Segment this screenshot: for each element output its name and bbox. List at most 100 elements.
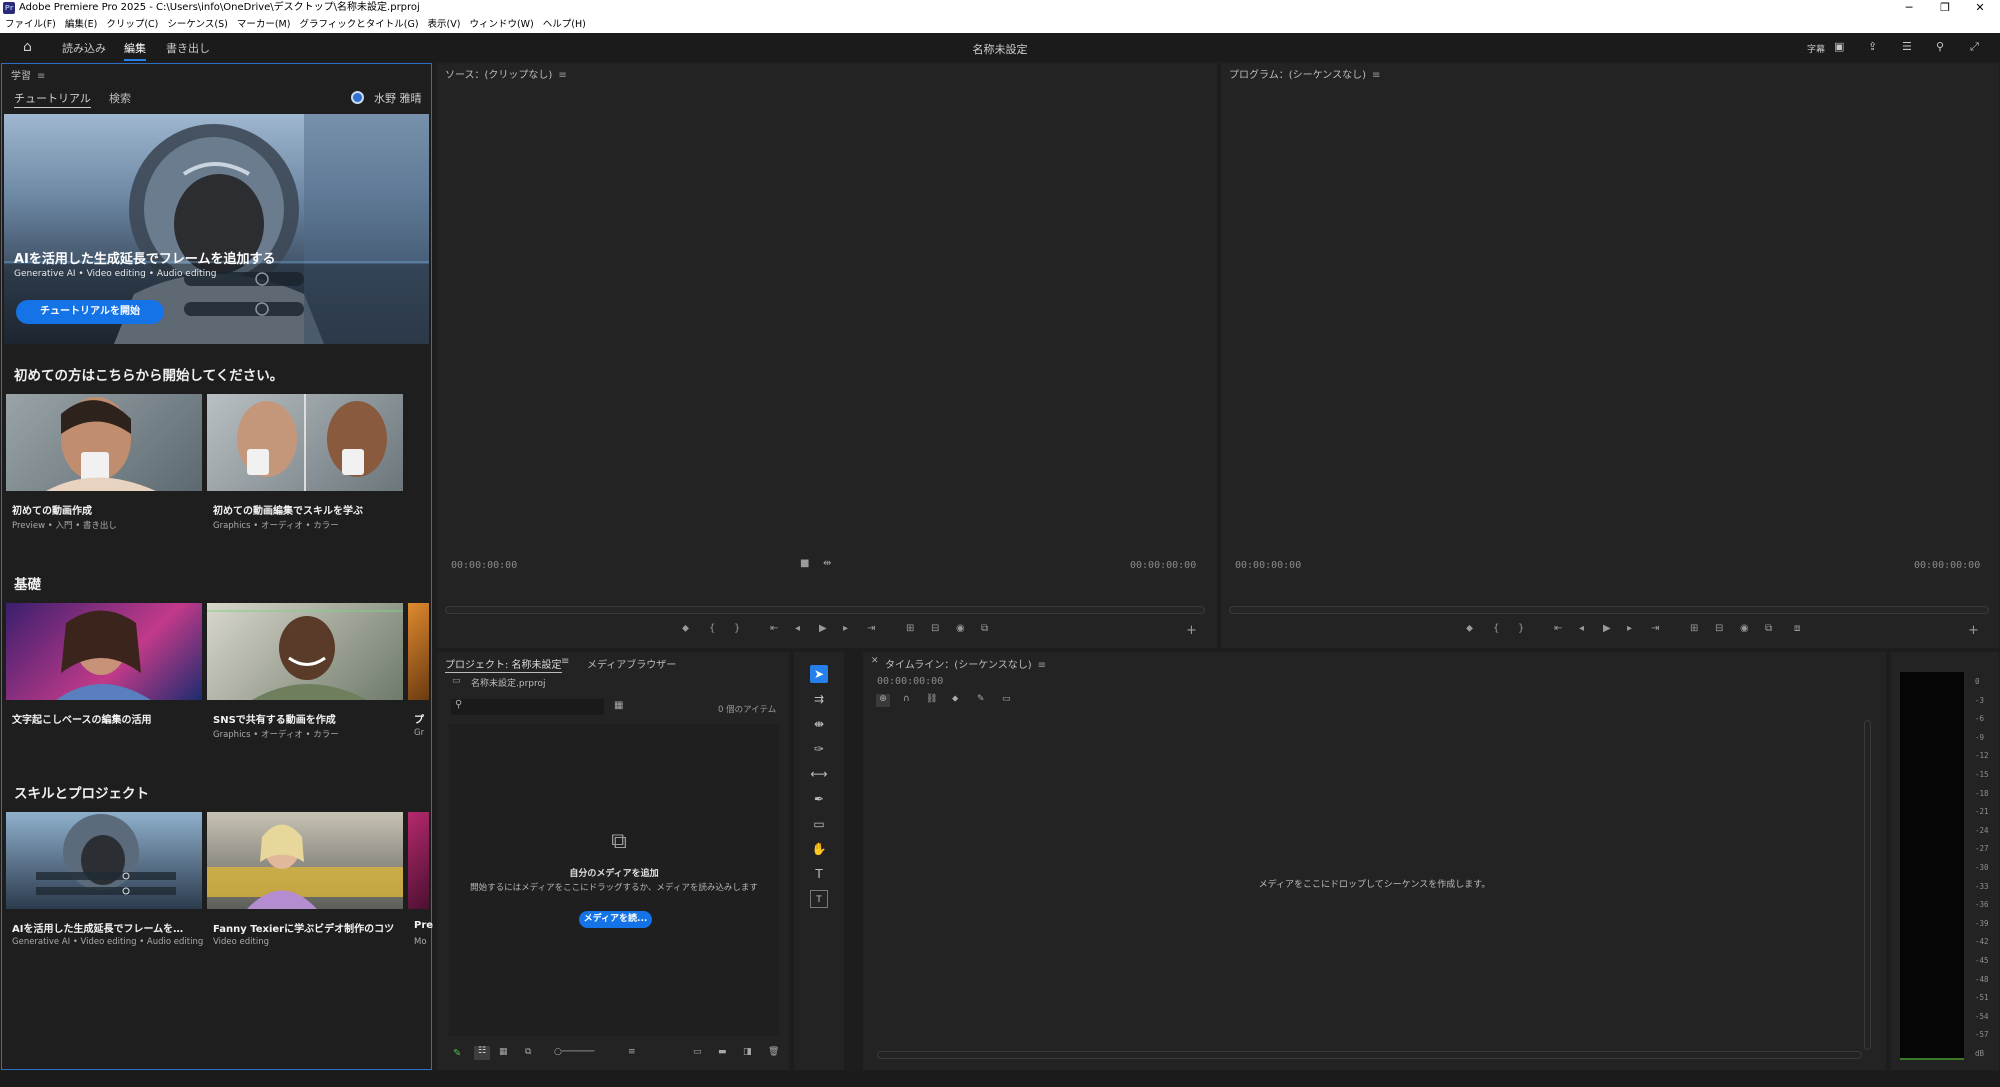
card-title[interactable]: SNSで共有する動画を作成	[213, 711, 336, 726]
card-title[interactable]: AIを活用した生成延長でフレームを…	[12, 920, 183, 935]
captions-icon[interactable]: 字幕	[1807, 42, 1825, 55]
panel-menu-icon[interactable]: ≡	[37, 71, 45, 82]
card-thumbnail-first-edit[interactable]	[207, 394, 403, 491]
menu-graphics[interactable]: グラフィックとタイトル(G)	[299, 16, 418, 33]
start-tutorial-button[interactable]: チュートリアルを開始	[16, 300, 164, 324]
captions-icon[interactable]: ▭	[1002, 694, 1011, 704]
card-thumbnail-sns[interactable]	[207, 603, 403, 700]
program-scrubber[interactable]	[1229, 606, 1989, 614]
sort-icon[interactable]: ≡	[628, 1047, 636, 1057]
trash-icon[interactable]: 🗑	[768, 1047, 779, 1057]
settings-wrench-icon[interactable]: ⇹	[823, 558, 831, 569]
go-to-out-icon[interactable]: ⇥	[867, 623, 875, 634]
slip-icon[interactable]: ⟷	[810, 765, 828, 783]
step-back-icon[interactable]: ◂	[795, 623, 800, 634]
panel-layout-icon[interactable]: ▣	[1834, 40, 1844, 53]
avatar[interactable]	[351, 91, 364, 104]
add-marker-icon[interactable]: ⬥	[682, 623, 689, 634]
add-marker-icon[interactable]: ⬥	[1466, 623, 1473, 634]
card-thumbnail-generative-extend[interactable]	[6, 812, 202, 909]
card-title[interactable]: プ	[414, 711, 424, 726]
card-thumbnail-partial[interactable]	[408, 603, 429, 700]
tab-tutorials[interactable]: チュートリアル	[14, 90, 91, 108]
project-bin-area[interactable]: ⧉ 自分のメディアを追加 開始するにはメディアをここにドラッグするか、メディアを…	[449, 724, 779, 1036]
ripple-edit-icon[interactable]: ⇼	[810, 715, 828, 733]
close-icon[interactable]: ✕	[1963, 0, 1997, 16]
mark-out-icon[interactable]: }	[1518, 623, 1524, 634]
button-editor-icon[interactable]: ⧈	[1794, 623, 1800, 634]
menu-file[interactable]: ファイル(F)	[5, 16, 56, 33]
menu-edit[interactable]: 編集(E)	[65, 16, 97, 33]
workspaces-icon[interactable]: ☰	[1902, 40, 1912, 53]
menu-clip[interactable]: クリップ(C)	[106, 16, 158, 33]
play-icon[interactable]: ▶	[1603, 623, 1611, 634]
insert-icon[interactable]: ⊞	[906, 623, 914, 634]
hand-icon[interactable]: ✋	[810, 840, 828, 858]
icon-view-icon[interactable]: ▦	[499, 1047, 508, 1057]
new-bin-icon[interactable]: ▬	[718, 1047, 727, 1057]
new-item-icon[interactable]: ◨	[743, 1047, 752, 1057]
mark-out-icon[interactable]: }	[734, 623, 740, 634]
pen-icon[interactable]: ✒	[810, 790, 828, 808]
go-to-in-icon[interactable]: ⇤	[1554, 623, 1562, 634]
list-view-icon[interactable]: ☷	[474, 1046, 490, 1060]
timeline-timecode[interactable]: 00:00:00:00	[877, 676, 943, 687]
project-search-input[interactable]: ⚲	[451, 699, 604, 715]
export-frame-icon[interactable]: ◉	[1740, 623, 1749, 634]
fullscreen-icon[interactable]: ⤢	[1970, 40, 1979, 54]
minimize-icon[interactable]: ─	[1892, 0, 1926, 16]
snap-icon[interactable]: ∩	[903, 694, 910, 704]
panel-menu-icon[interactable]: ≡	[558, 70, 566, 81]
program-timecode-current[interactable]: 00:00:00:00	[1235, 560, 1301, 571]
panel-menu-icon[interactable]: ≡	[1372, 70, 1380, 81]
search-icon[interactable]: ⚲	[1936, 40, 1944, 53]
card-title[interactable]: Pre	[414, 920, 433, 931]
automate-to-sequence-icon[interactable]: ▭	[693, 1047, 702, 1057]
card-title[interactable]: 初めての動画作成	[12, 502, 92, 517]
step-back-icon[interactable]: ◂	[1579, 623, 1584, 634]
selection-tool-icon[interactable]: ➤	[810, 665, 828, 683]
button-editor-icon[interactable]: ⧉	[981, 623, 988, 634]
menu-window[interactable]: ウィンドウ(W)	[469, 16, 533, 33]
linked-selection-icon[interactable]: ⛓	[926, 694, 937, 704]
stop-icon[interactable]: ■	[800, 558, 809, 569]
tab-search[interactable]: 検索	[109, 90, 131, 106]
write-lock-icon[interactable]: ✎	[453, 1048, 461, 1059]
restore-icon[interactable]: ❐	[1928, 0, 1962, 16]
step-forward-icon[interactable]: ▸	[1627, 623, 1632, 634]
card-thumbnail-transcript[interactable]	[6, 603, 202, 700]
card-thumbnail-fanny-texier[interactable]	[207, 812, 403, 909]
menu-help[interactable]: ヘルプ(H)	[543, 16, 586, 33]
mark-in-icon[interactable]: {	[1493, 623, 1499, 634]
menu-view[interactable]: 表示(V)	[428, 16, 461, 33]
tab-media-browser[interactable]: メディアブラウザー	[587, 656, 676, 671]
panel-menu-icon[interactable]: ≡	[561, 656, 569, 667]
step-forward-icon[interactable]: ▸	[843, 623, 848, 634]
share-icon[interactable]: ⇪	[1868, 40, 1877, 53]
play-icon[interactable]: ▶	[819, 623, 827, 634]
caption-tool-icon[interactable]: T	[810, 890, 828, 908]
menu-sequence[interactable]: シーケンス(S)	[167, 16, 227, 33]
tab-project[interactable]: プロジェクト: 名称未設定	[445, 656, 562, 673]
export-frame-icon[interactable]: ◉	[956, 623, 965, 634]
close-tab-icon[interactable]: ✕	[871, 656, 879, 666]
razor-icon[interactable]: ✑	[810, 740, 828, 758]
zoom-slider[interactable]: ○──────	[554, 1047, 594, 1057]
card-thumbnail-first-video[interactable]	[6, 394, 202, 491]
card-title[interactable]: Fanny Texierに学ぶビデオ制作のコツ	[213, 920, 394, 935]
lift-icon[interactable]: ⊞	[1690, 623, 1698, 634]
add-button-icon[interactable]: +	[1968, 623, 1979, 638]
go-to-out-icon[interactable]: ⇥	[1651, 623, 1659, 634]
panel-menu-icon[interactable]: ≡	[1038, 660, 1046, 671]
source-timecode-current[interactable]: 00:00:00:00	[451, 560, 517, 571]
extract-icon[interactable]: ⊟	[1715, 623, 1723, 634]
rectangle-icon[interactable]: ▭	[810, 815, 828, 833]
import-media-button[interactable]: メディアを読...	[579, 911, 652, 928]
menu-marker[interactable]: マーカー(M)	[237, 16, 291, 33]
track-select-icon[interactable]: ⇉	[810, 690, 828, 708]
comparison-view-icon[interactable]: ⧉	[1765, 623, 1772, 634]
mark-in-icon[interactable]: {	[709, 623, 715, 634]
add-marker-icon[interactable]: ⬥	[952, 694, 958, 704]
type-icon[interactable]: T	[810, 865, 828, 883]
add-button-icon[interactable]: +	[1186, 623, 1197, 638]
